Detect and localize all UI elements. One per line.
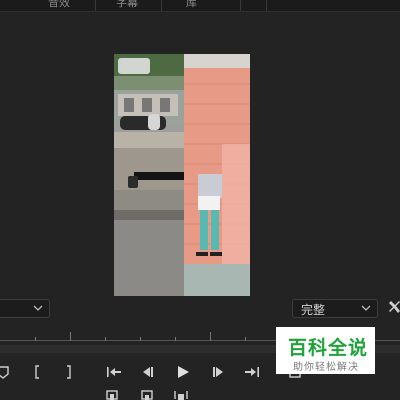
ruler-tick: [140, 337, 141, 341]
insert-icon: [106, 390, 118, 400]
resolution-value: 完整: [301, 303, 326, 317]
zoom-level-dropdown[interactable]: [0, 299, 50, 318]
tiktok-icon: [118, 58, 150, 74]
watermark-logo: 百科全说 助你轻松解决: [276, 327, 375, 374]
ruler-tick: [210, 332, 211, 341]
overwrite-icon: [141, 390, 153, 400]
video-frame-image: [114, 54, 250, 296]
ruler-tick: [175, 337, 176, 341]
chevron-down-icon: [361, 305, 371, 311]
go-to-out-icon: [245, 367, 259, 377]
playback-resolution-dropdown[interactable]: 完整: [292, 299, 378, 318]
step-back-button[interactable]: [139, 364, 157, 380]
add-marker-button[interactable]: [0, 364, 12, 380]
menu-item-audio[interactable]: 音效: [48, 0, 70, 10]
menu-divider: [240, 0, 241, 11]
watermark-subtitle: 助你轻松解决: [293, 362, 359, 373]
go-to-in-button[interactable]: [105, 364, 123, 380]
ruler-tick: [105, 337, 106, 341]
video-preview-frame[interactable]: [114, 54, 250, 296]
go-to-out-button[interactable]: [243, 364, 261, 380]
step-forward-icon: [213, 367, 223, 377]
lift-button[interactable]: [172, 388, 190, 400]
wrench-icon[interactable]: [388, 299, 400, 315]
play-button[interactable]: [174, 364, 192, 380]
mark-in-icon: [35, 365, 39, 379]
menu-item-library[interactable]: 库: [186, 0, 197, 10]
overwrite-button[interactable]: [138, 388, 156, 400]
go-to-in-icon: [107, 367, 121, 377]
add-marker-icon: [0, 366, 9, 379]
chevron-down-icon: [33, 305, 43, 311]
menu-divider: [266, 0, 267, 11]
top-menu-bar: 音效 字幕 库: [0, 0, 400, 12]
ruler-tick: [70, 332, 71, 341]
menu-divider: [161, 0, 162, 11]
menu-divider: [95, 0, 96, 11]
ruler-tick: [35, 337, 36, 341]
step-back-icon: [143, 367, 153, 377]
mark-out-icon: [67, 365, 71, 379]
insert-button[interactable]: [103, 388, 121, 400]
ruler-tick: [245, 337, 246, 341]
watermark-title: 百科全说: [288, 337, 369, 359]
menu-item-captions[interactable]: 字幕: [116, 0, 138, 10]
step-forward-button[interactable]: [209, 364, 227, 380]
lift-icon: [174, 391, 188, 400]
play-icon: [178, 366, 189, 378]
mark-in-button[interactable]: [28, 364, 46, 380]
mark-out-button[interactable]: [60, 364, 78, 380]
